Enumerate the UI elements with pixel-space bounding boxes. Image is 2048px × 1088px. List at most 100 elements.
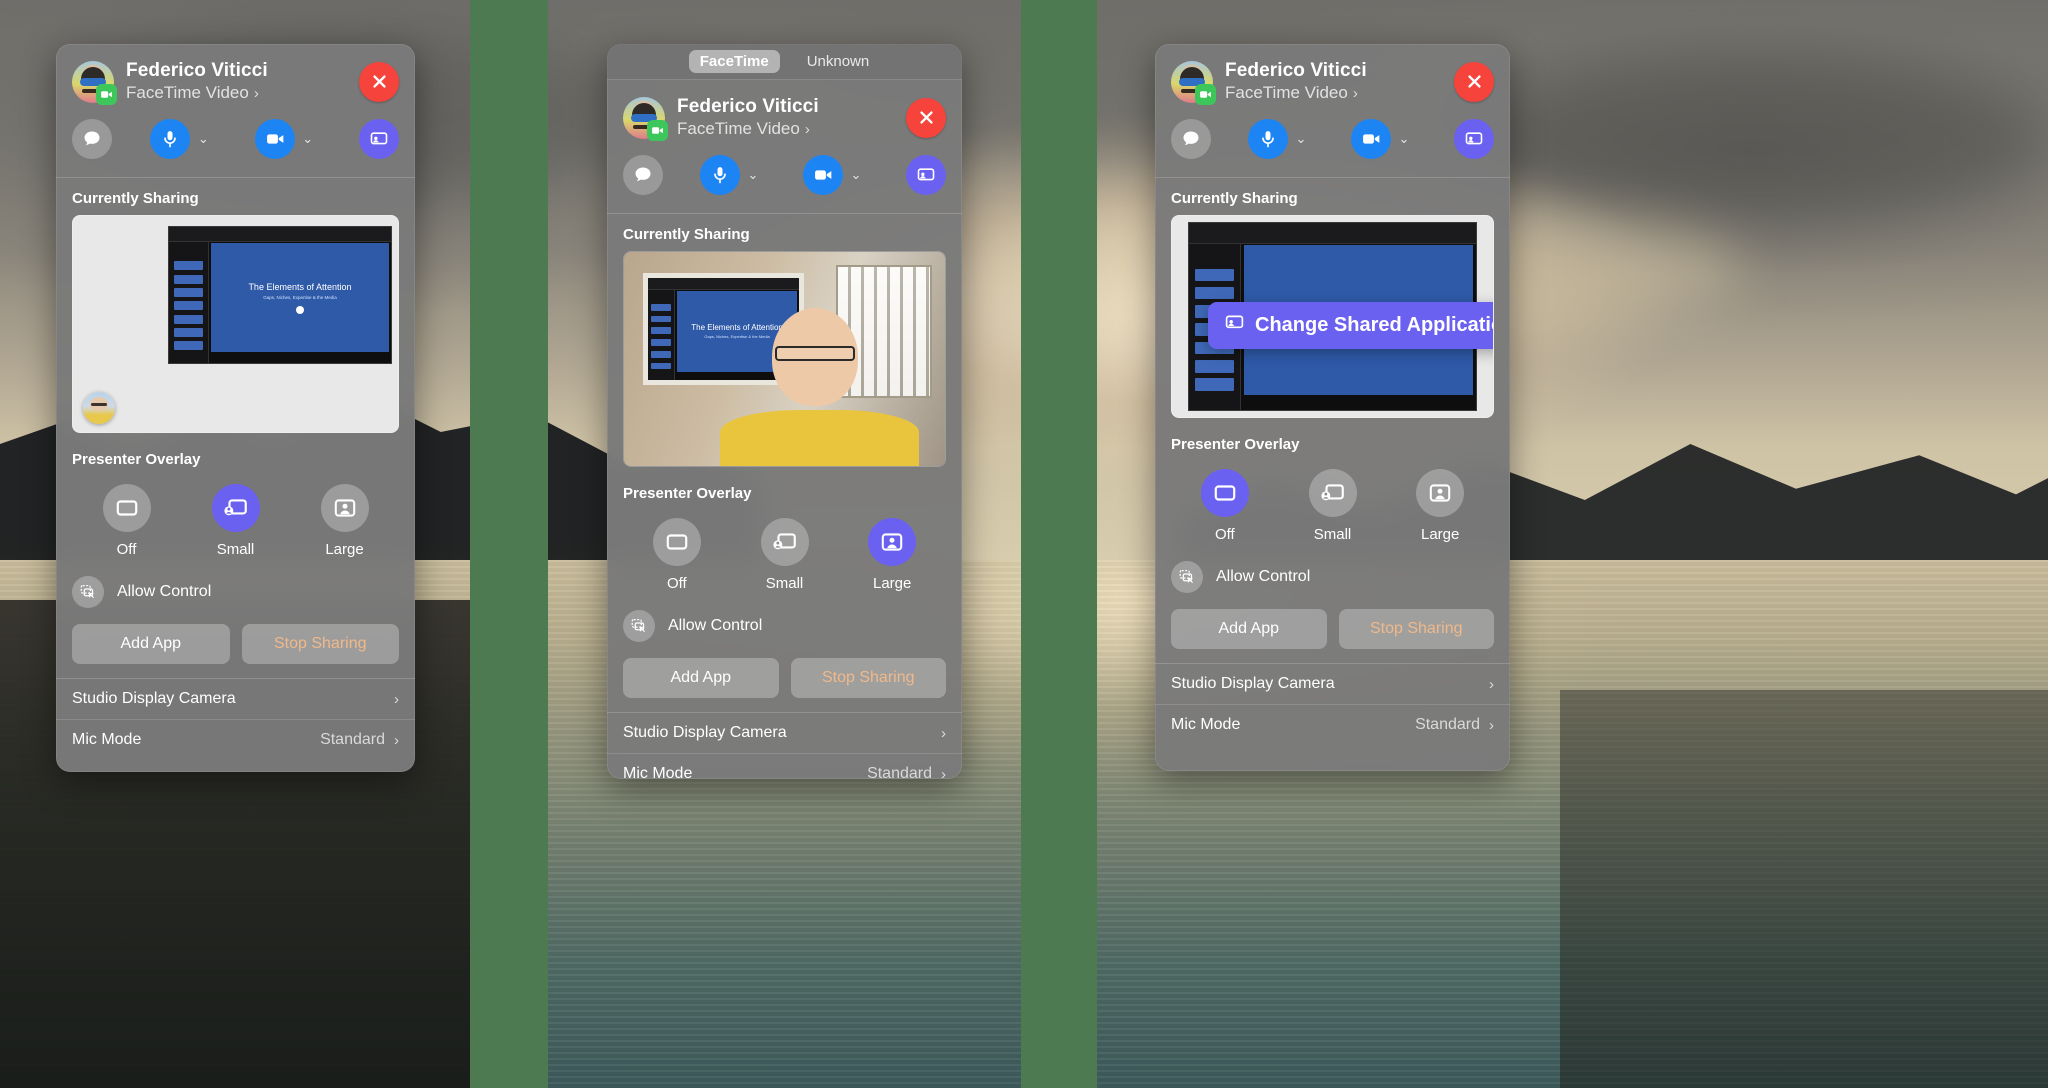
stop-sharing-button[interactable]: Stop Sharing <box>790 658 946 698</box>
change-shared-application-tooltip[interactable]: Change Shared Application <box>1208 302 1493 349</box>
screen-share-button[interactable] <box>358 119 399 159</box>
overlay-small-icon <box>1308 469 1357 517</box>
option-label-large: Large <box>325 541 364 558</box>
facetime-panel-left: Federico Viticci FaceTime Video › ⌄ ⌄ Cu… <box>56 44 415 772</box>
keynote-window-preview: The Elements of Attention Gaps, Niches, … <box>168 226 392 364</box>
chevron-right-icon: › <box>253 84 259 102</box>
chevron-right-icon: › <box>804 120 810 138</box>
slide-title: The Elements of Attention <box>248 281 352 292</box>
overlay-off-icon <box>652 518 701 566</box>
presenter-overlay-option-small[interactable]: Small <box>181 484 290 558</box>
allow-control-row[interactable]: Allow Control <box>56 562 415 620</box>
presenter-overlay-option-off[interactable]: Off <box>623 518 731 592</box>
video-button[interactable] <box>254 119 295 159</box>
presenter-overlay-option-off[interactable]: Off <box>72 484 181 558</box>
sharing-actions: Add App Stop Sharing <box>607 654 962 712</box>
microphone-options-caret[interactable]: ⌄ <box>190 131 216 147</box>
overlay-off-icon <box>1200 469 1249 517</box>
presenter-overlay-option-large[interactable]: Large <box>290 484 399 558</box>
presenter-shirt <box>720 410 920 466</box>
presenter-overlay-option-large[interactable]: Large <box>1386 469 1494 543</box>
video-button[interactable] <box>803 155 843 195</box>
wallpaper-cloud <box>1480 60 2040 220</box>
microphone-button[interactable] <box>1248 119 1288 159</box>
tab-unknown[interactable]: Unknown <box>796 50 881 73</box>
call-type-label: FaceTime Video <box>677 119 800 138</box>
video-button[interactable] <box>1351 119 1391 159</box>
screenshot-seam <box>1021 0 1097 1088</box>
screen-share-icon <box>1224 312 1245 339</box>
footer-row-studio-display-camera[interactable]: Studio Display Camera › <box>607 713 962 753</box>
microphone-button[interactable] <box>150 119 191 159</box>
tab-facetime[interactable]: FaceTime <box>688 50 780 73</box>
stop-sharing-button[interactable]: Stop Sharing <box>1338 609 1494 649</box>
keynote-slide-rail <box>648 289 676 380</box>
keynote-toolbar <box>648 278 799 290</box>
footer-list: Studio Display Camera › Mic Mode Standar… <box>56 678 415 760</box>
option-label-off: Off <box>1214 526 1235 543</box>
presenter-overlay-thumbnail <box>83 392 115 424</box>
add-app-button[interactable]: Add App <box>1171 609 1327 649</box>
add-app-button[interactable]: Add App <box>623 658 779 698</box>
slide-subtitle: Gaps, Niches, Expertise & the Media <box>263 294 337 300</box>
presenter-overlay-option-small[interactable]: Small <box>731 518 839 592</box>
screen-share-button[interactable] <box>1454 119 1494 159</box>
call-controls: ⌄ ⌄ <box>1155 109 1510 177</box>
footer-label: Studio Display Camera <box>72 690 236 707</box>
presenter-video-feed: The Elements of Attention Gaps, Niches, … <box>624 252 945 466</box>
option-label-small: Small <box>765 575 804 592</box>
footer-label: Mic Mode <box>1171 716 1241 733</box>
overlay-large-icon <box>868 518 917 566</box>
footer-row-studio-display-camera[interactable]: Studio Display Camera › <box>56 679 415 719</box>
sharing-preview[interactable]: The Elements of Attention Gaps, Niches, … <box>72 215 399 433</box>
close-button[interactable] <box>359 61 399 102</box>
presenter-overlay-option-off[interactable]: Off <box>1171 469 1279 543</box>
messages-button[interactable] <box>623 155 663 195</box>
screen-share-button[interactable] <box>906 155 946 195</box>
contact-name: Federico Viticci <box>1225 60 1367 81</box>
stop-sharing-button[interactable]: Stop Sharing <box>241 624 399 664</box>
allow-control-row[interactable]: Allow Control <box>1155 547 1510 605</box>
chevron-right-icon: › <box>1489 716 1494 734</box>
facetime-panel-middle: FaceTime Unknown Federico Viticci FaceTi… <box>607 44 962 779</box>
allow-control-row[interactable]: Allow Control <box>607 596 962 654</box>
close-button[interactable] <box>906 97 946 138</box>
microphone-options-caret[interactable]: ⌄ <box>1288 131 1314 147</box>
call-type-row[interactable]: FaceTime Video › <box>1225 83 1454 103</box>
option-label-off: Off <box>116 541 137 558</box>
call-type-label: FaceTime Video <box>126 83 249 102</box>
messages-button[interactable] <box>72 119 112 159</box>
option-label-large: Large <box>872 575 912 592</box>
close-button[interactable] <box>1454 61 1494 102</box>
chevron-right-icon: › <box>941 765 946 780</box>
microphone-options-caret[interactable]: ⌄ <box>740 167 766 183</box>
presenter-glasses <box>774 346 856 362</box>
video-options-caret[interactable]: ⌄ <box>1391 131 1417 147</box>
call-type-row[interactable]: FaceTime Video › <box>126 83 359 103</box>
add-app-button[interactable]: Add App <box>72 624 230 664</box>
chevron-right-icon: › <box>394 690 399 708</box>
presenter-overlay-options: Off Small Large <box>607 510 962 596</box>
keynote-toolbar <box>169 227 391 242</box>
footer-row-mic-mode[interactable]: Mic Mode Standard › <box>56 719 415 760</box>
video-options-caret[interactable]: ⌄ <box>843 167 869 183</box>
footer-row-mic-mode[interactable]: Mic Mode Standard › <box>607 753 962 779</box>
messages-button[interactable] <box>1171 119 1211 159</box>
header-text: Federico Viticci FaceTime Video › <box>677 96 906 139</box>
call-header: Federico Viticci FaceTime Video › <box>1155 44 1510 109</box>
header-text: Federico Viticci FaceTime Video › <box>126 60 359 103</box>
presenter-overlay-option-small[interactable]: Small <box>1279 469 1387 543</box>
sharing-preview[interactable]: The Elements of Attention Change Shared … <box>1171 215 1494 418</box>
call-header: Federico Viticci FaceTime Video › <box>607 80 962 145</box>
footer-value: Standard <box>1415 716 1480 733</box>
footer-row-studio-display-camera[interactable]: Studio Display Camera › <box>1155 664 1510 704</box>
keynote-toolbar <box>1189 223 1476 244</box>
footer-row-mic-mode[interactable]: Mic Mode Standard › <box>1155 704 1510 745</box>
video-options-caret[interactable]: ⌄ <box>295 131 321 147</box>
chevron-right-icon: › <box>394 731 399 749</box>
presenter-overlay-option-large[interactable]: Large <box>838 518 946 592</box>
sharing-preview[interactable]: The Elements of Attention Gaps, Niches, … <box>623 251 946 467</box>
microphone-button[interactable] <box>700 155 740 195</box>
call-controls: ⌄ ⌄ <box>607 145 962 213</box>
call-type-row[interactable]: FaceTime Video › <box>677 119 906 139</box>
